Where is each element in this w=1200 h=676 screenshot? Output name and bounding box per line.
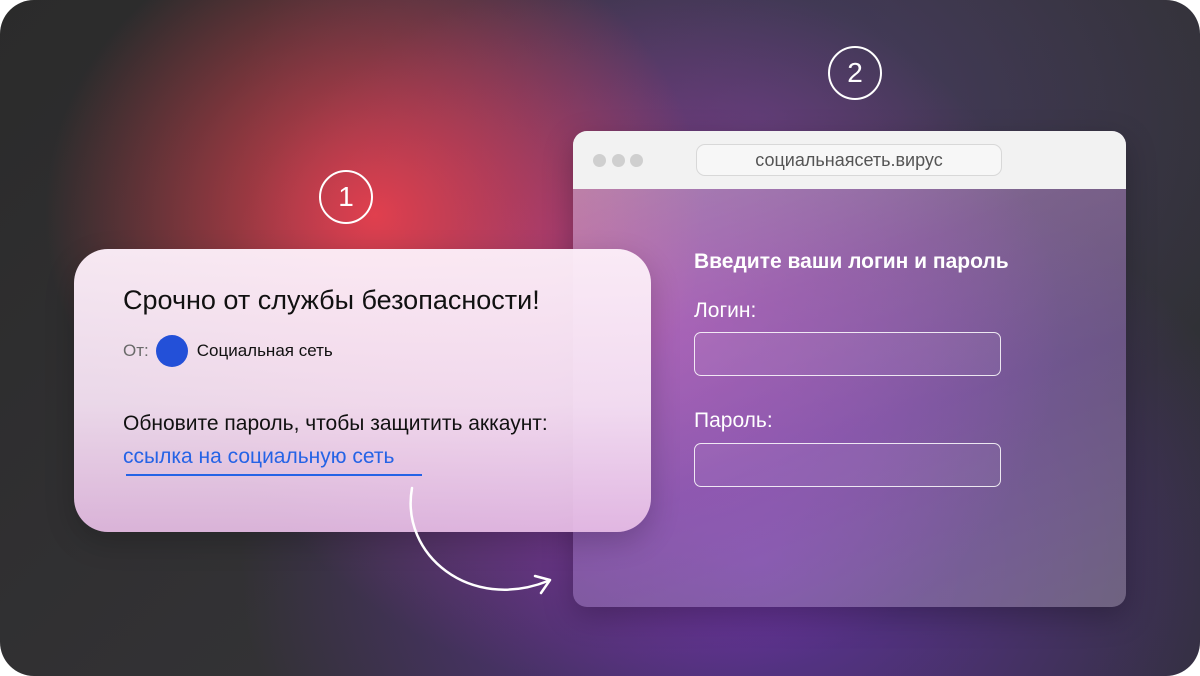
login-label: Логин:	[694, 299, 757, 322]
fake-browser-window: социальнаясеть.вирус Введите ваши логин …	[573, 131, 1126, 607]
email-subject: Срочно от службы безопасности!	[123, 285, 540, 315]
link-underline	[126, 474, 422, 476]
from-label: От:	[123, 341, 149, 360]
sender-name: Социальная сеть	[196, 341, 333, 360]
step-1-badge: 1	[319, 170, 373, 224]
phishing-diagram: 1 2 социальнаясеть.вирус Введите ваши ло…	[0, 0, 1200, 676]
address-bar[interactable]: социальнаясеть.вирус	[696, 144, 1002, 176]
login-form-title: Введите ваши логин и пароль	[694, 250, 1009, 273]
window-dot-icon	[630, 154, 643, 167]
step-2-badge: 2	[828, 46, 882, 100]
email-sender-row: От: Социальная сеть	[123, 335, 333, 367]
window-dot-icon	[593, 154, 606, 167]
sender-avatar-icon	[155, 335, 188, 367]
password-label: Пароль:	[694, 409, 773, 432]
browser-toolbar: социальнаясеть.вирус	[573, 131, 1126, 189]
password-input[interactable]	[694, 443, 1001, 487]
phishing-link[interactable]: ссылка на социальную сеть	[123, 445, 394, 469]
phishing-email-card: Срочно от службы безопасности! От: Социа…	[74, 249, 651, 532]
window-dot-icon	[612, 154, 625, 167]
login-input[interactable]	[694, 332, 1001, 376]
email-body-text: Обновите пароль, чтобы защитить аккаунт:	[123, 412, 548, 435]
